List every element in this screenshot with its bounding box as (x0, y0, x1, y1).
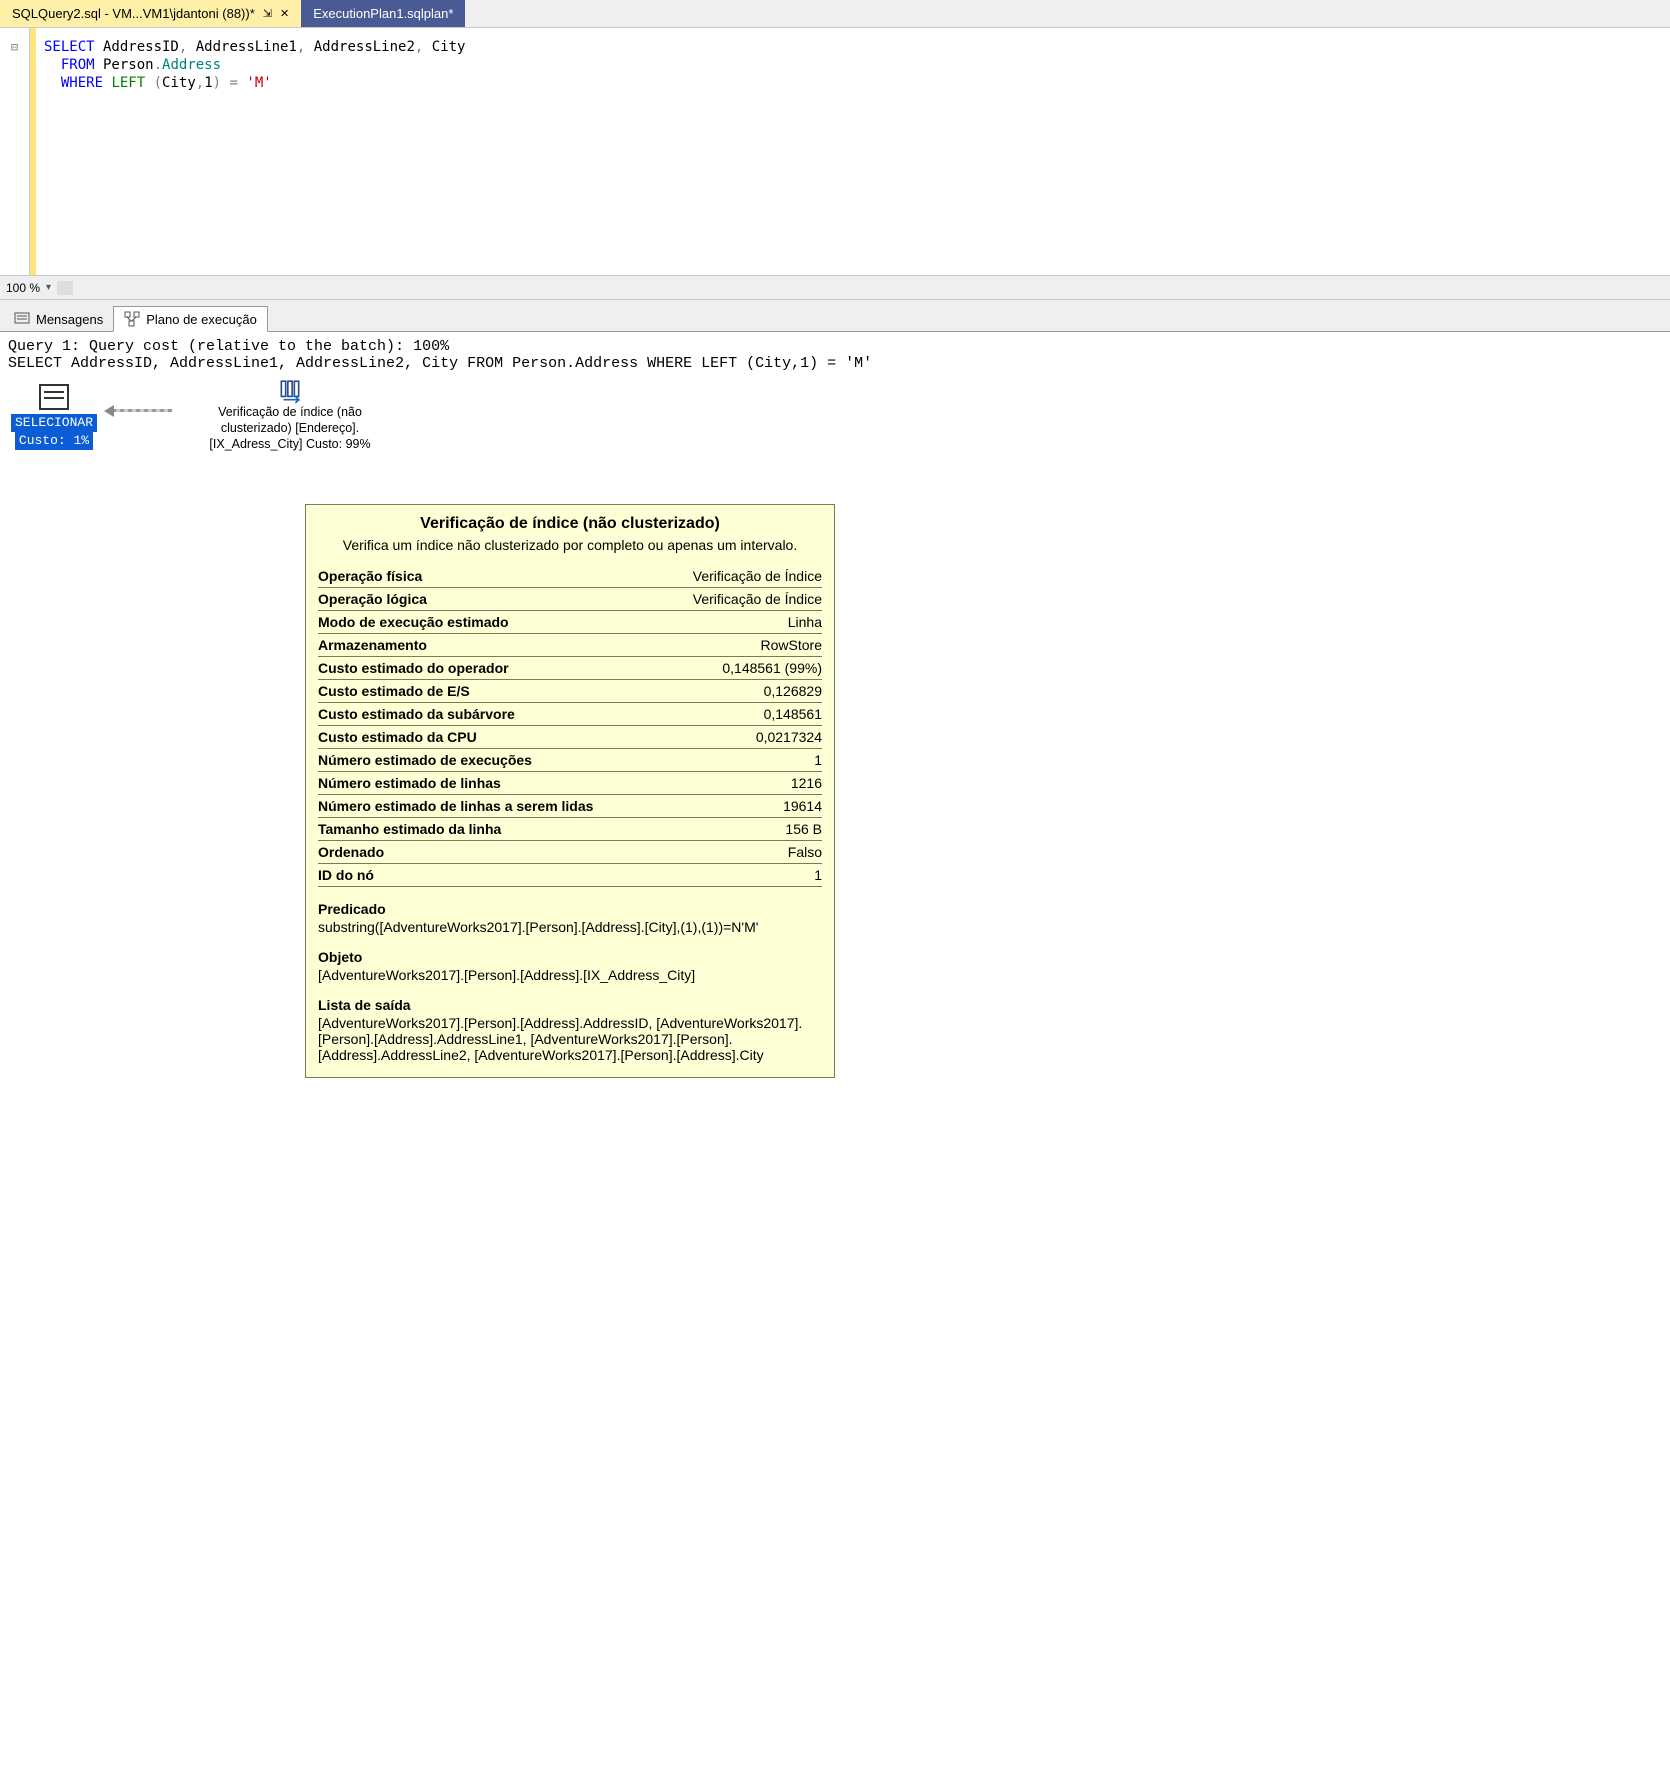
messages-icon (14, 311, 30, 327)
chevron-down-icon[interactable]: ▾ (46, 282, 51, 293)
plan-op-index-scan[interactable]: Verificação de índice (não clusterizado)… (180, 378, 400, 452)
tooltip-row-key: Número estimado de linhas a serem lidas (318, 795, 661, 818)
tooltip-row-value: 0,126829 (661, 680, 822, 703)
tab-label: ExecutionPlan1.sqlplan* (313, 6, 453, 21)
plan-icon (124, 311, 140, 327)
tooltip-row: Custo estimado do operador0,148561 (99%) (318, 657, 822, 680)
tooltip-block-value: [AdventureWorks2017].[Person].[Address].… (318, 1015, 822, 1063)
tooltip-block: Objeto [AdventureWorks2017].[Person].[Add… (318, 949, 822, 983)
index-scan-icon (277, 378, 303, 404)
tooltip-row: Número estimado de execuções1 (318, 749, 822, 772)
zoom-value: 100 % (6, 281, 40, 295)
tooltip-row: ArmazenamentoRowStore (318, 634, 822, 657)
tooltip-block-label: Objeto (318, 949, 822, 965)
tab-label: SQLQuery2.sql - VM...VM1\jdantoni (88))* (12, 6, 255, 21)
plan-arrow (104, 406, 172, 416)
tooltip-row-key: Custo estimado de E/S (318, 680, 661, 703)
tooltip-properties-table: Operação físicaVerificação de ÍndiceOper… (318, 565, 822, 887)
tab-executionplan[interactable]: ExecutionPlan1.sqlplan* (301, 0, 465, 27)
tooltip-row-key: Custo estimado da subárvore (318, 703, 661, 726)
table-icon (39, 384, 69, 410)
tooltip-block-value: [AdventureWorks2017].[Person].[Address].… (318, 967, 822, 983)
op-select-label: SELECIONAR (11, 414, 97, 432)
tooltip-row-value: 0,148561 (661, 703, 822, 726)
tooltip-row-key: ID do nó (318, 864, 661, 887)
editor-gutter: ⊟ (0, 28, 30, 275)
document-tabstrip: SQLQuery2.sql - VM...VM1\jdantoni (88))*… (0, 0, 1670, 28)
tab-messages[interactable]: Mensagens (4, 307, 113, 331)
close-icon[interactable]: ✕ (280, 7, 289, 20)
tooltip-title: Verificação de índice (não clusterizado) (318, 515, 822, 533)
tooltip-row-value: RowStore (661, 634, 822, 657)
tooltip-block: Predicado substring([AdventureWorks2017].… (318, 901, 822, 935)
zoom-bar: 100 % ▾ (0, 276, 1670, 300)
tooltip-row-key: Operação lógica (318, 588, 661, 611)
sql-editor[interactable]: ⊟ SELECT AddressID, AddressLine1, Addres… (0, 28, 1670, 276)
tooltip-row-value: Verificação de Índice (661, 588, 822, 611)
tooltip-row-key: Tamanho estimado da linha (318, 818, 661, 841)
tooltip-row-key: Ordenado (318, 841, 661, 864)
tooltip-block: Lista de saída [AdventureWorks2017].[Pers… (318, 997, 822, 1063)
op-scan-line1: Verificação de índice (não (180, 404, 400, 420)
plan-header-line2: SELECT AddressID, AddressLine1, AddressL… (8, 355, 872, 372)
tooltip-block-value: substring([AdventureWorks2017].[Person].… (318, 919, 822, 935)
tooltip-row: Custo estimado de E/S0,126829 (318, 680, 822, 703)
tab-messages-label: Mensagens (36, 312, 103, 327)
tooltip-row-key: Armazenamento (318, 634, 661, 657)
outline-collapse-icon[interactable]: ⊟ (0, 38, 29, 56)
tooltip-row-value: 1 (661, 749, 822, 772)
tooltip-row-value: Linha (661, 611, 822, 634)
tooltip-row: Operação físicaVerificação de Índice (318, 565, 822, 588)
tooltip-row-value: 1 (661, 864, 822, 887)
plan-header: Query 1: Query cost (relative to the bat… (0, 332, 1670, 374)
results-tabstrip: Mensagens Plano de execução (0, 300, 1670, 332)
tooltip-row-value: 1216 (661, 772, 822, 795)
plan-header-line1: Query 1: Query cost (relative to the bat… (8, 338, 449, 355)
tooltip-description: Verifica um índice não clusterizado por … (318, 537, 822, 553)
tooltip-row-value: Falso (661, 841, 822, 864)
tooltip-row-key: Custo estimado da CPU (318, 726, 661, 749)
tooltip-row-value: 156 B (661, 818, 822, 841)
tooltip-row-value: 19614 (661, 795, 822, 818)
tooltip-block-label: Predicado (318, 901, 822, 917)
tooltip-row-key: Modo de execução estimado (318, 611, 661, 634)
operator-tooltip: Verificação de índice (não clusterizado)… (305, 504, 835, 1078)
tooltip-row: OrdenadoFalso (318, 841, 822, 864)
tooltip-row: Modo de execução estimadoLinha (318, 611, 822, 634)
tooltip-row-value: Verificação de Índice (661, 565, 822, 588)
tab-sqlquery2[interactable]: SQLQuery2.sql - VM...VM1\jdantoni (88))*… (0, 0, 301, 27)
tooltip-row: Número estimado de linhas1216 (318, 772, 822, 795)
horizontal-scroll-thumb[interactable] (57, 281, 73, 295)
pin-icon[interactable]: ⇲ (263, 7, 272, 20)
tab-execution-plan-label: Plano de execução (146, 312, 257, 327)
tooltip-row: Tamanho estimado da linha156 B (318, 818, 822, 841)
tooltip-row-value: 0,148561 (99%) (661, 657, 822, 680)
tooltip-row-value: 0,0217324 (661, 726, 822, 749)
tooltip-row: Número estimado de linhas a serem lidas1… (318, 795, 822, 818)
tooltip-row-key: Número estimado de linhas (318, 772, 661, 795)
op-scan-line3: [IX_Adress_City] Custo: 99% (180, 436, 400, 452)
tooltip-row-key: Custo estimado do operador (318, 657, 661, 680)
tooltip-block-label: Lista de saída (318, 997, 822, 1013)
op-select-cost: Custo: 1% (15, 432, 93, 450)
op-scan-line2: clusterizado) [Endereço]. (180, 420, 400, 436)
tooltip-row: Custo estimado da subárvore0,148561 (318, 703, 822, 726)
plan-op-select[interactable]: SELECIONAR Custo: 1% (4, 384, 104, 450)
tab-execution-plan[interactable]: Plano de execução (113, 306, 268, 332)
tooltip-row-key: Número estimado de execuções (318, 749, 661, 772)
tooltip-row-key: Operação física (318, 565, 661, 588)
execution-plan-canvas[interactable]: SELECIONAR Custo: 1% Verificação de índi… (0, 374, 1670, 504)
tooltip-row: Custo estimado da CPU0,0217324 (318, 726, 822, 749)
tooltip-row: Operação lógicaVerificação de Índice (318, 588, 822, 611)
tooltip-row: ID do nó1 (318, 864, 822, 887)
editor-code[interactable]: SELECT AddressID, AddressLine1, AddressL… (36, 28, 474, 275)
